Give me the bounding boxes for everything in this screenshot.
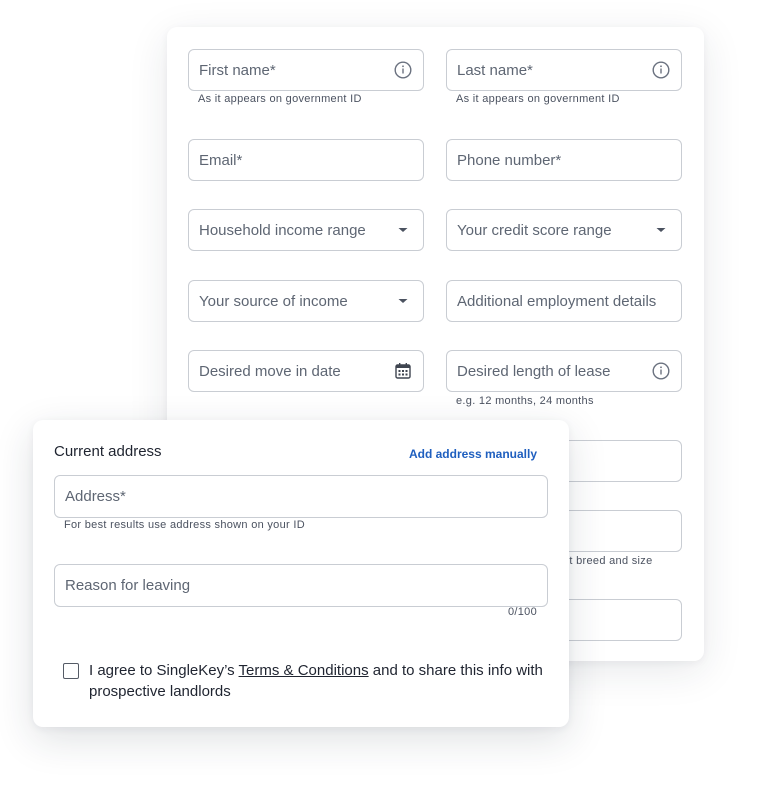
consent-text-before: I agree to SingleKey’s	[89, 662, 239, 679]
last-name-label: Last name*	[457, 61, 533, 79]
employment-details-label: Additional employment details	[457, 292, 657, 310]
reason-for-leaving-field[interactable]: Reason for leaving	[54, 564, 548, 607]
lease-length-field[interactable]: Desired length of lease	[446, 350, 682, 392]
consent-text: I agree to SingleKey’s Terms & Condition…	[89, 660, 543, 702]
info-icon[interactable]	[651, 60, 671, 80]
employment-details-field[interactable]: Additional employment details	[446, 280, 682, 322]
phone-label: Phone number*	[457, 151, 562, 169]
consent-row: I agree to SingleKey’s Terms & Condition…	[63, 660, 543, 702]
caret-down-icon	[651, 220, 671, 240]
last-name-helper: As it appears on government ID	[456, 93, 620, 105]
address-label: Address*	[65, 488, 126, 505]
first-name-field[interactable]: First name*	[188, 49, 424, 91]
credit-score-select[interactable]: Your credit score range	[446, 209, 682, 251]
email-label: Email*	[199, 151, 243, 169]
current-address-title: Current address	[54, 443, 162, 460]
pet-details-helper: et breed and size	[563, 555, 653, 567]
first-name-label: First name*	[199, 61, 276, 79]
phone-field[interactable]: Phone number*	[446, 139, 682, 181]
calendar-icon[interactable]	[393, 361, 413, 381]
character-counter: 0/100	[507, 606, 537, 618]
add-address-manually-link[interactable]: Add address manually	[409, 447, 537, 461]
income-source-select[interactable]: Your source of income	[188, 280, 424, 322]
consent-checkbox[interactable]	[63, 663, 79, 679]
info-icon[interactable]	[651, 361, 671, 381]
income-range-select[interactable]: Household income range	[188, 209, 424, 251]
income-source-label: Your source of income	[199, 292, 348, 310]
reason-for-leaving-label: Reason for leaving	[65, 577, 191, 594]
current-address-card: Current address Add address manually Add…	[33, 420, 569, 727]
lease-length-label: Desired length of lease	[457, 362, 611, 380]
info-icon[interactable]	[393, 60, 413, 80]
move-in-date-label: Desired move in date	[199, 362, 341, 380]
terms-link[interactable]: Terms & Conditions	[239, 662, 369, 679]
email-field[interactable]: Email*	[188, 139, 424, 181]
last-name-field[interactable]: Last name*	[446, 49, 682, 91]
first-name-helper: As it appears on government ID	[198, 93, 362, 105]
lease-length-helper: e.g. 12 months, 24 months	[456, 395, 594, 407]
caret-down-icon	[393, 220, 413, 240]
address-helper: For best results use address shown on yo…	[64, 519, 305, 531]
caret-down-icon	[393, 291, 413, 311]
credit-score-label: Your credit score range	[457, 221, 612, 239]
move-in-date-field[interactable]: Desired move in date	[188, 350, 424, 392]
address-field[interactable]: Address*	[54, 475, 548, 518]
income-range-label: Household income range	[199, 221, 366, 239]
